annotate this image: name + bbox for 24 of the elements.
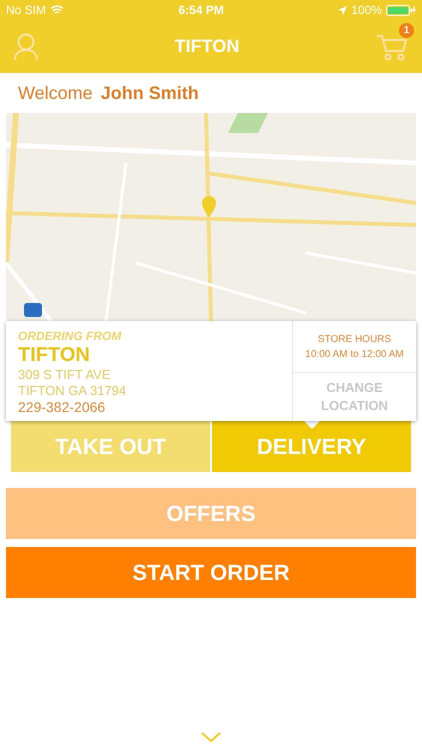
user-name: John Smith	[100, 82, 199, 104]
store-city: TIFTON GA 31794	[18, 382, 128, 399]
order-type-tab[interactable]: TAKE OUT	[11, 421, 210, 472]
ordering-from-label: ORDERING FROM	[18, 329, 122, 344]
store-hours: 10:00 AM to 12:00 AM	[304, 348, 405, 362]
welcome-label: Welcome	[18, 82, 93, 104]
location-arrow-icon	[338, 6, 348, 14]
store-name: TIFTON	[18, 343, 91, 368]
battery-percent: 100%	[351, 2, 382, 19]
battery-icon	[386, 4, 416, 16]
order-type-tab[interactable]: DELIVERY	[212, 421, 411, 472]
wifi-icon	[50, 5, 64, 15]
cart-count-badge: 1	[398, 22, 414, 38]
phone-link[interactable]: 229-382-2066	[18, 398, 280, 416]
store-hours-label: STORE HOURS	[316, 332, 392, 346]
carrier-text: No SIM	[6, 2, 46, 19]
clock-text: 6:54 PM	[178, 2, 224, 19]
nav-title: TIFTON	[174, 35, 240, 58]
user-icon[interactable]	[14, 32, 38, 60]
offers-button[interactable]: OFFERS	[6, 488, 416, 539]
store-address: 309 S TIFT AVE	[18, 367, 112, 383]
chevron-down-icon[interactable]	[201, 732, 221, 743]
cart-icon[interactable]	[376, 32, 408, 60]
start-order-button[interactable]: START ORDER	[6, 547, 416, 598]
